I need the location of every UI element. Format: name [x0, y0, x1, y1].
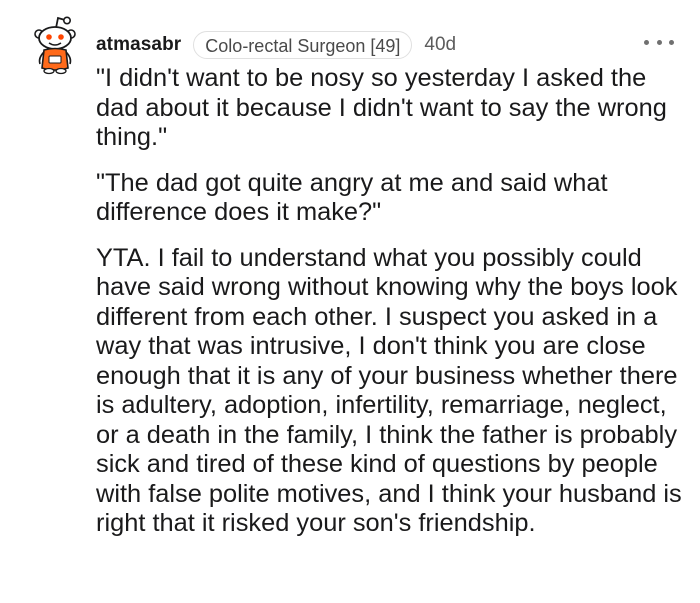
comment-paragraph: "I didn't want to be nosy so yesterday I… [96, 64, 667, 151]
user-flair-badge: Colo-rectal Surgeon [49] [193, 31, 413, 59]
comment-body: "I didn't want to be nosy so yesterday I… [96, 64, 688, 555]
comment-paragraph: "The dad got quite angry at me and said … [96, 168, 608, 227]
more-options-icon-dot [656, 39, 662, 45]
more-options-icon [644, 39, 649, 45]
comment-header: atmasabr Colo-rectal Surgeon [49] 40d [96, 31, 456, 59]
more-options-icon-dot [669, 39, 674, 45]
username-link[interactable]: atmasabr [96, 34, 181, 56]
comment-paragraph: YTA. I fail to understand what you possi… [96, 243, 682, 538]
comment-timestamp[interactable]: 40d [424, 34, 456, 56]
more-options-button[interactable] [644, 30, 674, 54]
comment: atmasabr Colo-rectal Surgeon [49] 40d "I… [0, 0, 700, 603]
snoo-avatar-icon [34, 16, 76, 75]
user-avatar[interactable] [30, 14, 80, 76]
